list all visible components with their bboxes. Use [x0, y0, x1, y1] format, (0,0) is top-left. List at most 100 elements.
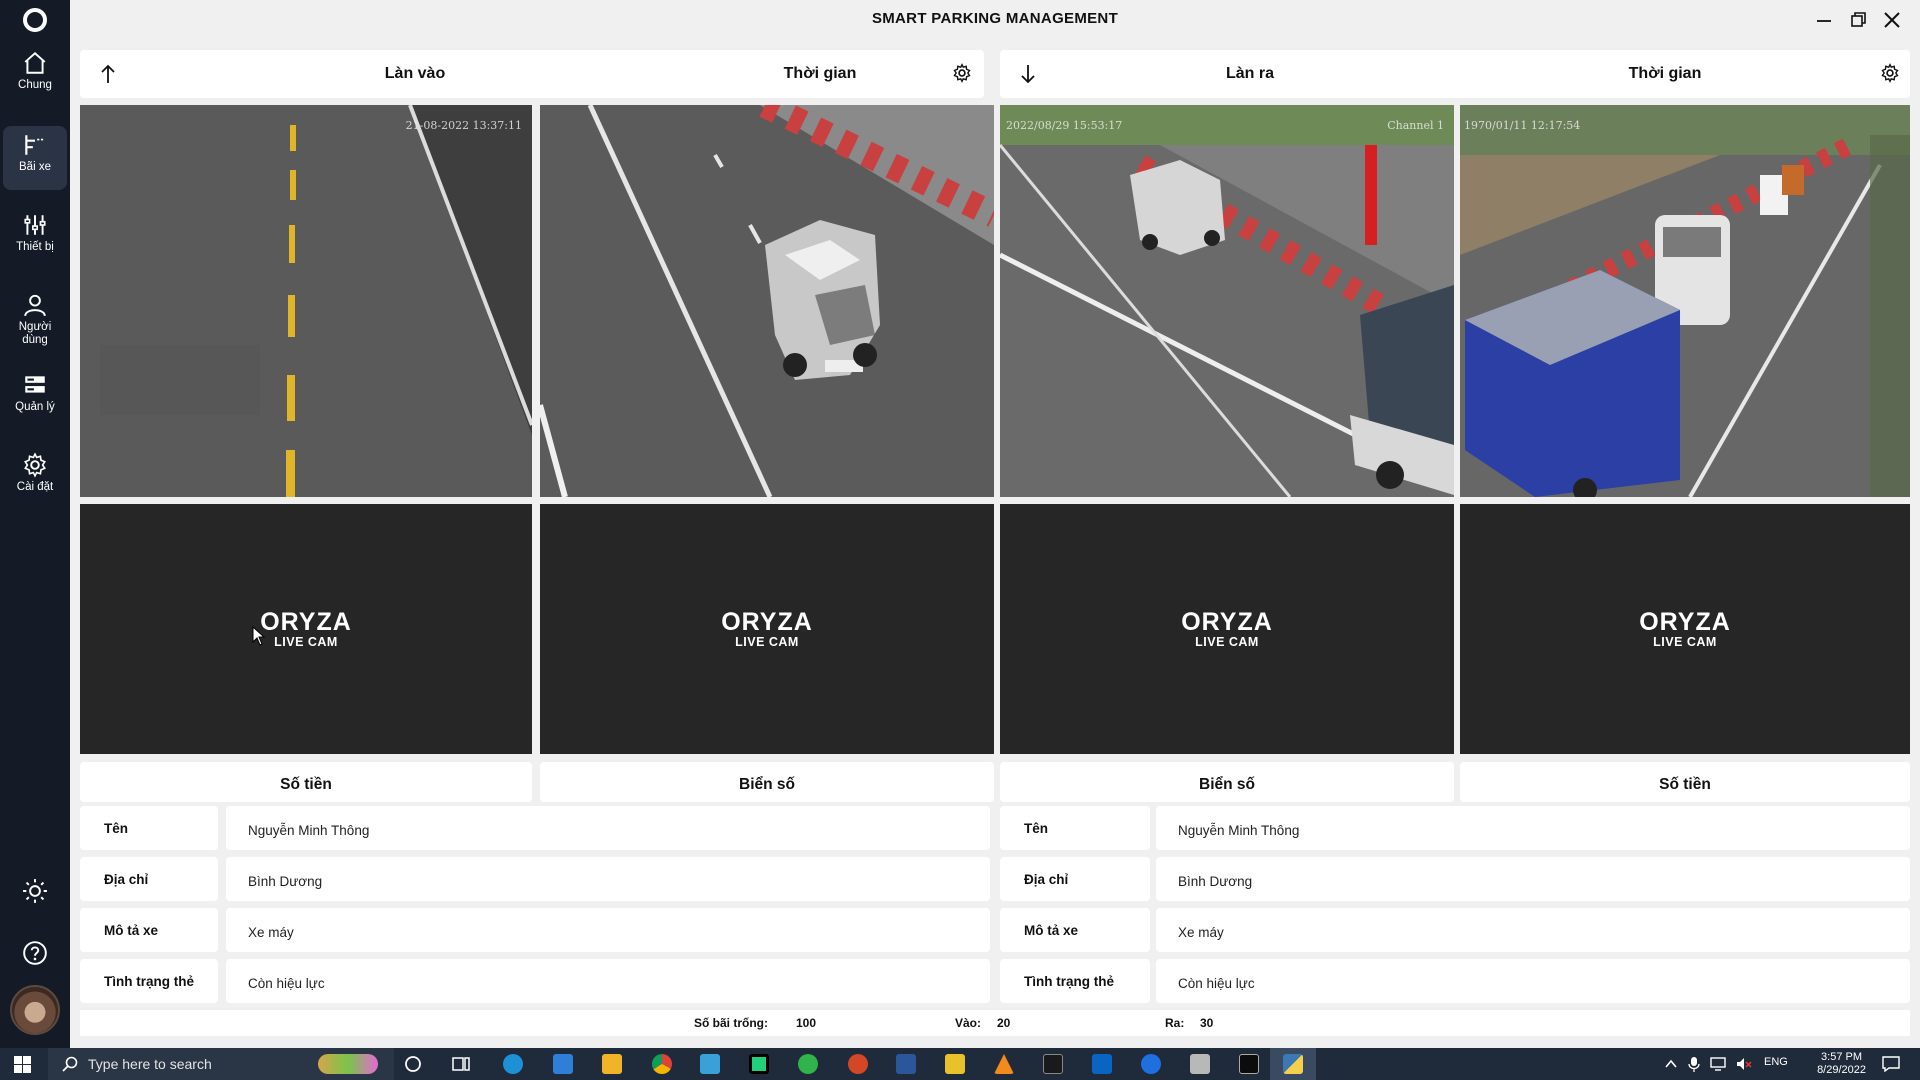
sidebar-item-bai-xe[interactable]: Bãi xe	[3, 126, 67, 190]
in-count-value: 20	[997, 1016, 1011, 1030]
oryza-logo: ORYZA LIVE CAM	[260, 608, 352, 649]
entry-camera-1-feed[interactable]: 21-08-2022 13:37:11	[80, 105, 532, 497]
remote-desktop-icon[interactable]	[700, 1054, 720, 1074]
user-avatar[interactable]	[10, 985, 60, 1035]
sidebar-item-quan-ly[interactable]: Quản lý	[3, 366, 67, 430]
sidebar-item-label: Cài đặt	[16, 481, 54, 493]
chevron-up-icon[interactable]	[1665, 1058, 1677, 1070]
entry-camera-2-feed[interactable]	[540, 105, 994, 497]
sidebar-item-label: Người dùng	[18, 321, 52, 346]
exit-info-label: Mô tả xe	[1000, 908, 1150, 952]
camera-channel-label: Channel 1	[1387, 119, 1444, 132]
wps-icon[interactable]	[1043, 1054, 1063, 1074]
vlc-icon[interactable]	[994, 1054, 1014, 1074]
search-highlight-image	[318, 1054, 378, 1074]
camera-timestamp: 1970/01/11 12:17:54	[1464, 119, 1581, 132]
sliders-icon	[24, 215, 46, 235]
database-icon[interactable]	[1190, 1054, 1210, 1074]
minimize-icon[interactable]	[1814, 10, 1834, 30]
cortana-icon[interactable]	[404, 1055, 422, 1073]
sidebar-item-chung[interactable]: Chung	[3, 44, 67, 108]
exit-live-cam-placeholder-2[interactable]: ORYZA LIVE CAM	[1460, 504, 1910, 754]
entry-info-label: Tên	[80, 806, 218, 850]
camera-timestamp: 21-08-2022 13:37:11	[405, 119, 522, 132]
task-view-icon[interactable]	[452, 1055, 470, 1073]
language-indicator[interactable]: ENG	[1764, 1056, 1788, 1068]
entry-money-label: Số tiền	[280, 776, 332, 793]
exit-live-cam-placeholder-1[interactable]: ORYZA LIVE CAM	[1000, 504, 1454, 754]
sidebar-item-cai-dat[interactable]: Cài đặt	[3, 446, 67, 510]
road-scene-image	[1460, 105, 1910, 497]
title-bar: SMART PARKING MANAGEMENT	[70, 0, 1920, 40]
entry-live-cam-placeholder-1[interactable]: ORYZA LIVE CAM	[80, 504, 532, 754]
exit-lane-label: Làn ra	[1225, 65, 1274, 82]
sidebar-item-thiet-bi[interactable]: Thiết bị	[3, 206, 67, 270]
exit-settings-gear-icon[interactable]	[1880, 63, 1900, 83]
exit-info-label: Địa chỉ	[1000, 857, 1150, 901]
pycharm-icon[interactable]	[749, 1054, 769, 1074]
road-scene-image	[1000, 105, 1454, 497]
sidebar-item-label: Chung	[18, 79, 52, 91]
network-icon[interactable]	[1710, 1057, 1726, 1071]
theme-toggle-sun-icon[interactable]	[22, 878, 48, 904]
chat-app-icon[interactable]	[798, 1054, 818, 1074]
camera-timestamp: 2022/08/29 15:53:17	[1006, 119, 1123, 132]
exit-camera-2-feed[interactable]: 1970/01/11 12:17:54	[1460, 105, 1910, 497]
entry-info-value: Nguyễn Minh Thông	[226, 806, 990, 850]
sidebar-item-nguoi-dung[interactable]: Người dùng	[3, 286, 67, 350]
entry-info-label: Tình trạng thẻ	[80, 959, 218, 1003]
chrome-icon[interactable]	[652, 1054, 672, 1074]
sticky-notes-icon[interactable]	[945, 1054, 965, 1074]
exit-money-label: Số tiền	[1659, 776, 1711, 793]
powerpoint-icon[interactable]	[848, 1054, 868, 1074]
arrow-up-icon	[101, 64, 115, 83]
exit-info-label: Tình trạng thẻ	[1000, 959, 1150, 1003]
out-count-value: 30	[1200, 1016, 1214, 1030]
python-icon[interactable]	[1283, 1054, 1303, 1074]
entry-info-value: Bình Dương	[226, 857, 990, 901]
entry-info-label: Địa chỉ	[80, 857, 218, 901]
system-clock[interactable]: 3:57 PM 8/29/2022	[1817, 1051, 1866, 1077]
exit-camera-1-feed[interactable]: 2022/08/29 15:53:17 Channel 1	[1000, 105, 1454, 497]
search-placeholder: Type here to search	[88, 1056, 212, 1072]
word-icon[interactable]	[896, 1054, 916, 1074]
exit-plate-box: Biển số	[1000, 762, 1454, 802]
entry-info-value: Còn hiệu lực	[226, 959, 990, 1003]
in-count-label: Vào:	[955, 1016, 982, 1030]
entry-settings-gear-icon[interactable]	[952, 63, 972, 83]
file-explorer-icon[interactable]	[602, 1054, 622, 1074]
taskbar-search-box[interactable]: Type here to search	[48, 1048, 394, 1080]
edge-icon[interactable]	[503, 1054, 523, 1074]
windows-start-icon[interactable]	[14, 1056, 31, 1073]
parking-status-bar: Số bãi trống: 100 Vào: 20 Ra: 30	[80, 1010, 1910, 1036]
empty-slots-value: 100	[796, 1016, 817, 1030]
terminal-icon[interactable]	[1239, 1054, 1259, 1074]
close-icon[interactable]	[1882, 10, 1902, 30]
help-icon[interactable]	[22, 940, 48, 966]
out-count-label: Ra:	[1165, 1016, 1185, 1030]
restore-icon[interactable]	[1848, 10, 1868, 30]
exit-money-box: Số tiền	[1460, 762, 1910, 802]
sidebar: Chung Bãi xe Thiết bị Người dùng Quản lý…	[0, 0, 70, 1048]
entry-plate-label: Biển số	[739, 776, 795, 793]
entry-live-cam-placeholder-2[interactable]: ORYZA LIVE CAM	[540, 504, 994, 754]
mouse-cursor-icon	[252, 626, 266, 646]
entry-plate-box: Biển số	[540, 762, 994, 802]
maps-icon[interactable]	[1141, 1054, 1161, 1074]
sidebar-item-label: Bãi xe	[19, 161, 51, 173]
exit-info-value: Nguyễn Minh Thông	[1156, 806, 1910, 850]
notification-icon[interactable]	[1882, 1056, 1900, 1072]
app-logo	[23, 8, 47, 32]
entry-info-label: Mô tả xe	[80, 908, 218, 952]
outlook-icon[interactable]	[1092, 1054, 1112, 1074]
entry-time-label: Thời gian	[783, 65, 857, 82]
entry-money-box: Số tiền	[80, 762, 532, 802]
windows-taskbar: Type here to search ENG 3:57 PM 8/29/202…	[0, 1048, 1920, 1080]
exit-time-label: Thời gian	[1628, 65, 1702, 82]
oryza-logo: ORYZA LIVE CAM	[1181, 608, 1273, 649]
volume-muted-icon[interactable]	[1736, 1057, 1752, 1071]
arrow-down-icon	[1021, 65, 1035, 84]
microphone-icon[interactable]	[1688, 1056, 1700, 1072]
gear-icon	[24, 452, 46, 478]
store-icon[interactable]	[553, 1054, 573, 1074]
